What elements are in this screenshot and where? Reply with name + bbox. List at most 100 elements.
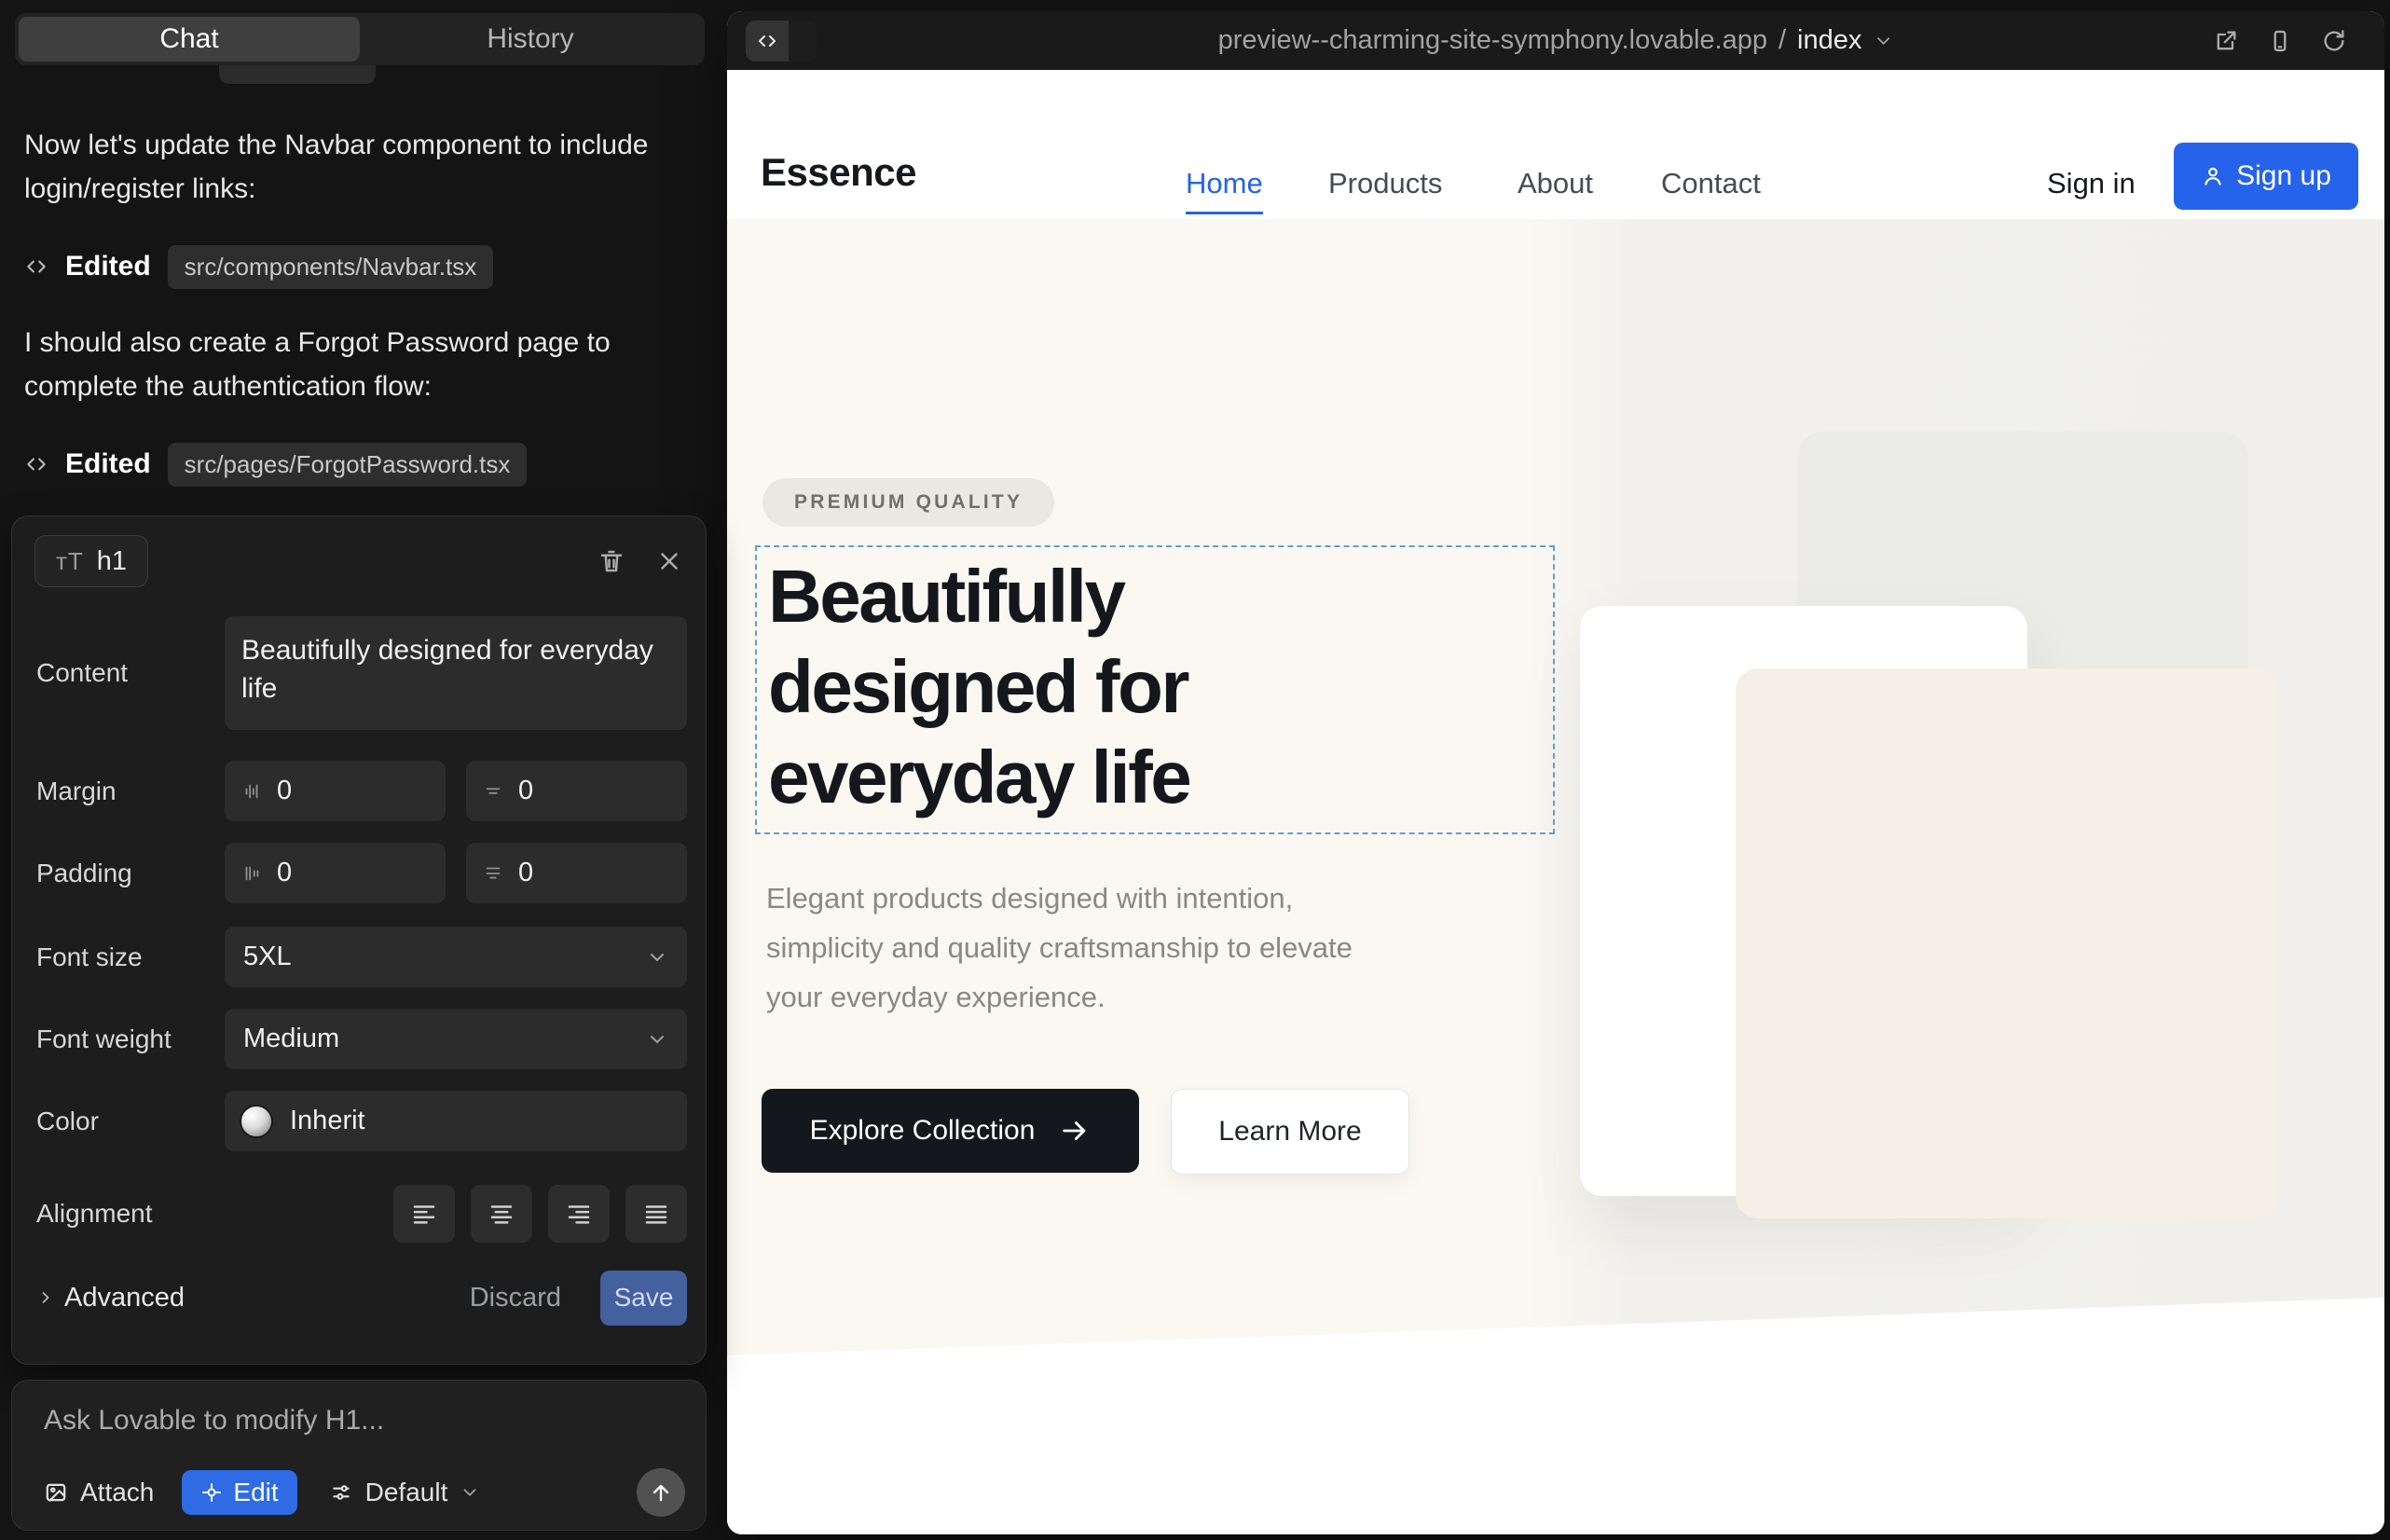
content-textarea[interactable]: Beautifully designed for everyday life xyxy=(225,616,687,730)
element-tag-badge: тT h1 xyxy=(34,535,148,587)
file-chip[interactable]: src/components/Navbar.tsx xyxy=(168,245,494,289)
attach-button[interactable]: Attach xyxy=(44,1478,154,1507)
sign-up-label: Sign up xyxy=(2236,160,2331,192)
nav-link-home[interactable]: Home xyxy=(1186,167,1263,214)
code-view-toggle[interactable] xyxy=(746,21,817,62)
align-right-icon xyxy=(565,1200,593,1228)
nav-link-products[interactable]: Products xyxy=(1328,167,1442,200)
edit-label: Edit xyxy=(233,1478,278,1507)
hero-heading: Beautifully designed for everyday life xyxy=(757,547,1409,822)
align-left-button[interactable] xyxy=(393,1185,455,1243)
margin-horizontal-icon xyxy=(483,781,503,802)
decor-beige-panel xyxy=(1736,668,2277,1218)
font-size-select[interactable]: 5XL xyxy=(225,927,687,987)
advanced-label: Advanced xyxy=(64,1283,185,1313)
site-preview: Essence Home Products About Contact Sign… xyxy=(727,70,2384,1534)
color-swatch xyxy=(240,1105,273,1138)
file-chip[interactable]: src/pages/ForgotPassword.tsx xyxy=(168,443,528,487)
code-icon xyxy=(24,254,48,279)
sign-up-button[interactable]: Sign up xyxy=(2174,143,2358,210)
code-icon xyxy=(756,30,778,52)
edited-label: Edited xyxy=(65,448,151,480)
text-style-icon: тT xyxy=(56,547,84,576)
font-weight-select[interactable]: Medium xyxy=(225,1009,687,1069)
font-weight-label: Font weight xyxy=(36,1024,225,1054)
chevron-down-icon xyxy=(646,946,668,969)
edit-mode-button[interactable]: Edit xyxy=(182,1470,296,1515)
advanced-toggle[interactable]: Advanced xyxy=(36,1283,185,1313)
composer-input[interactable] xyxy=(44,1405,650,1437)
chevron-right-icon xyxy=(36,1288,55,1307)
align-right-button[interactable] xyxy=(548,1185,610,1243)
url-separator: / xyxy=(1779,25,1786,56)
chevron-down-icon xyxy=(646,1028,668,1051)
nav-link-about[interactable]: About xyxy=(1518,167,1593,200)
trash-icon[interactable] xyxy=(598,547,625,575)
font-size-value: 5XL xyxy=(243,942,292,972)
person-icon xyxy=(2201,164,2225,188)
lovable-app: Chat History Now let's update the Navbar… xyxy=(0,0,2390,1540)
margin-y-value: 0 xyxy=(277,776,292,806)
edited-file-row: Edited src/components/Navbar.tsx xyxy=(24,244,493,289)
explore-collection-label: Explore Collection xyxy=(810,1115,1036,1147)
tab-chat[interactable]: Chat xyxy=(19,17,360,62)
padding-vertical-icon xyxy=(241,863,262,884)
discard-button[interactable]: Discard xyxy=(470,1283,561,1313)
padding-x-input[interactable]: 0 xyxy=(466,843,687,903)
font-weight-value: Medium xyxy=(243,1024,339,1054)
margin-label: Margin xyxy=(36,777,225,806)
tab-history[interactable]: History xyxy=(360,17,701,62)
margin-x-value: 0 xyxy=(518,776,533,806)
default-label: Default xyxy=(365,1478,448,1507)
save-button[interactable]: Save xyxy=(600,1271,687,1326)
color-value: Inherit xyxy=(290,1106,365,1136)
alignment-label: Alignment xyxy=(36,1199,225,1229)
open-in-new-tab-icon[interactable] xyxy=(2213,28,2239,54)
content-value: Beautifully designed for everyday life xyxy=(241,631,670,708)
padding-y-input[interactable]: 0 xyxy=(225,843,446,903)
padding-y-value: 0 xyxy=(277,858,292,888)
learn-more-button[interactable]: Learn More xyxy=(1171,1089,1409,1175)
site-logo[interactable]: Essence xyxy=(761,150,916,195)
edited-file-row: Edited src/pages/ForgotPassword.tsx xyxy=(24,442,527,487)
url-domain: preview--charming-site-symphony.lovable.… xyxy=(1218,25,1767,56)
arrow-right-icon xyxy=(1059,1115,1091,1147)
refresh-icon[interactable] xyxy=(2321,28,2347,54)
device-preview-icon[interactable] xyxy=(2267,28,2293,54)
color-label: Color xyxy=(36,1107,225,1136)
toggle-dark-segment[interactable] xyxy=(789,21,817,62)
explore-collection-button[interactable]: Explore Collection xyxy=(762,1089,1139,1173)
margin-vertical-icon xyxy=(241,781,262,802)
align-center-icon xyxy=(488,1200,515,1228)
send-button[interactable] xyxy=(637,1468,685,1517)
element-tag-label: h1 xyxy=(97,546,127,577)
sign-in-link[interactable]: Sign in xyxy=(2047,167,2136,200)
attach-label: Attach xyxy=(80,1478,154,1507)
image-icon xyxy=(44,1480,68,1505)
color-select[interactable]: Inherit xyxy=(225,1091,687,1151)
align-center-button[interactable] xyxy=(471,1185,532,1243)
align-justify-button[interactable] xyxy=(625,1185,687,1243)
chat-message: Now let's update the Navbar component to… xyxy=(24,123,681,211)
url-bar[interactable]: preview--charming-site-symphony.lovable.… xyxy=(1218,11,1894,70)
chat-message: I should also create a Forgot Password p… xyxy=(24,321,681,408)
selected-h1-element[interactable]: Beautifully designed for everyday life xyxy=(755,545,1555,834)
hero-description: Elegant products designed with intention… xyxy=(766,873,1381,1022)
crosshair-icon xyxy=(200,1481,223,1504)
premium-badge: PREMIUM QUALITY xyxy=(762,478,1054,527)
font-size-label: Font size xyxy=(36,942,225,972)
margin-x-input[interactable]: 0 xyxy=(466,761,687,821)
nav-link-contact[interactable]: Contact xyxy=(1661,167,1761,200)
preview-window: preview--charming-site-symphony.lovable.… xyxy=(727,11,2384,1534)
align-justify-icon xyxy=(642,1200,670,1228)
close-icon[interactable] xyxy=(655,547,683,575)
panel-tabs: Chat History xyxy=(15,13,705,65)
url-page: index xyxy=(1797,25,1861,56)
edited-label: Edited xyxy=(65,251,151,282)
margin-y-input[interactable]: 0 xyxy=(225,761,446,821)
padding-label: Padding xyxy=(36,859,225,888)
code-icon xyxy=(24,452,48,476)
content-label: Content xyxy=(36,658,225,688)
model-selector[interactable]: Default xyxy=(329,1478,481,1507)
padding-x-value: 0 xyxy=(518,858,533,888)
